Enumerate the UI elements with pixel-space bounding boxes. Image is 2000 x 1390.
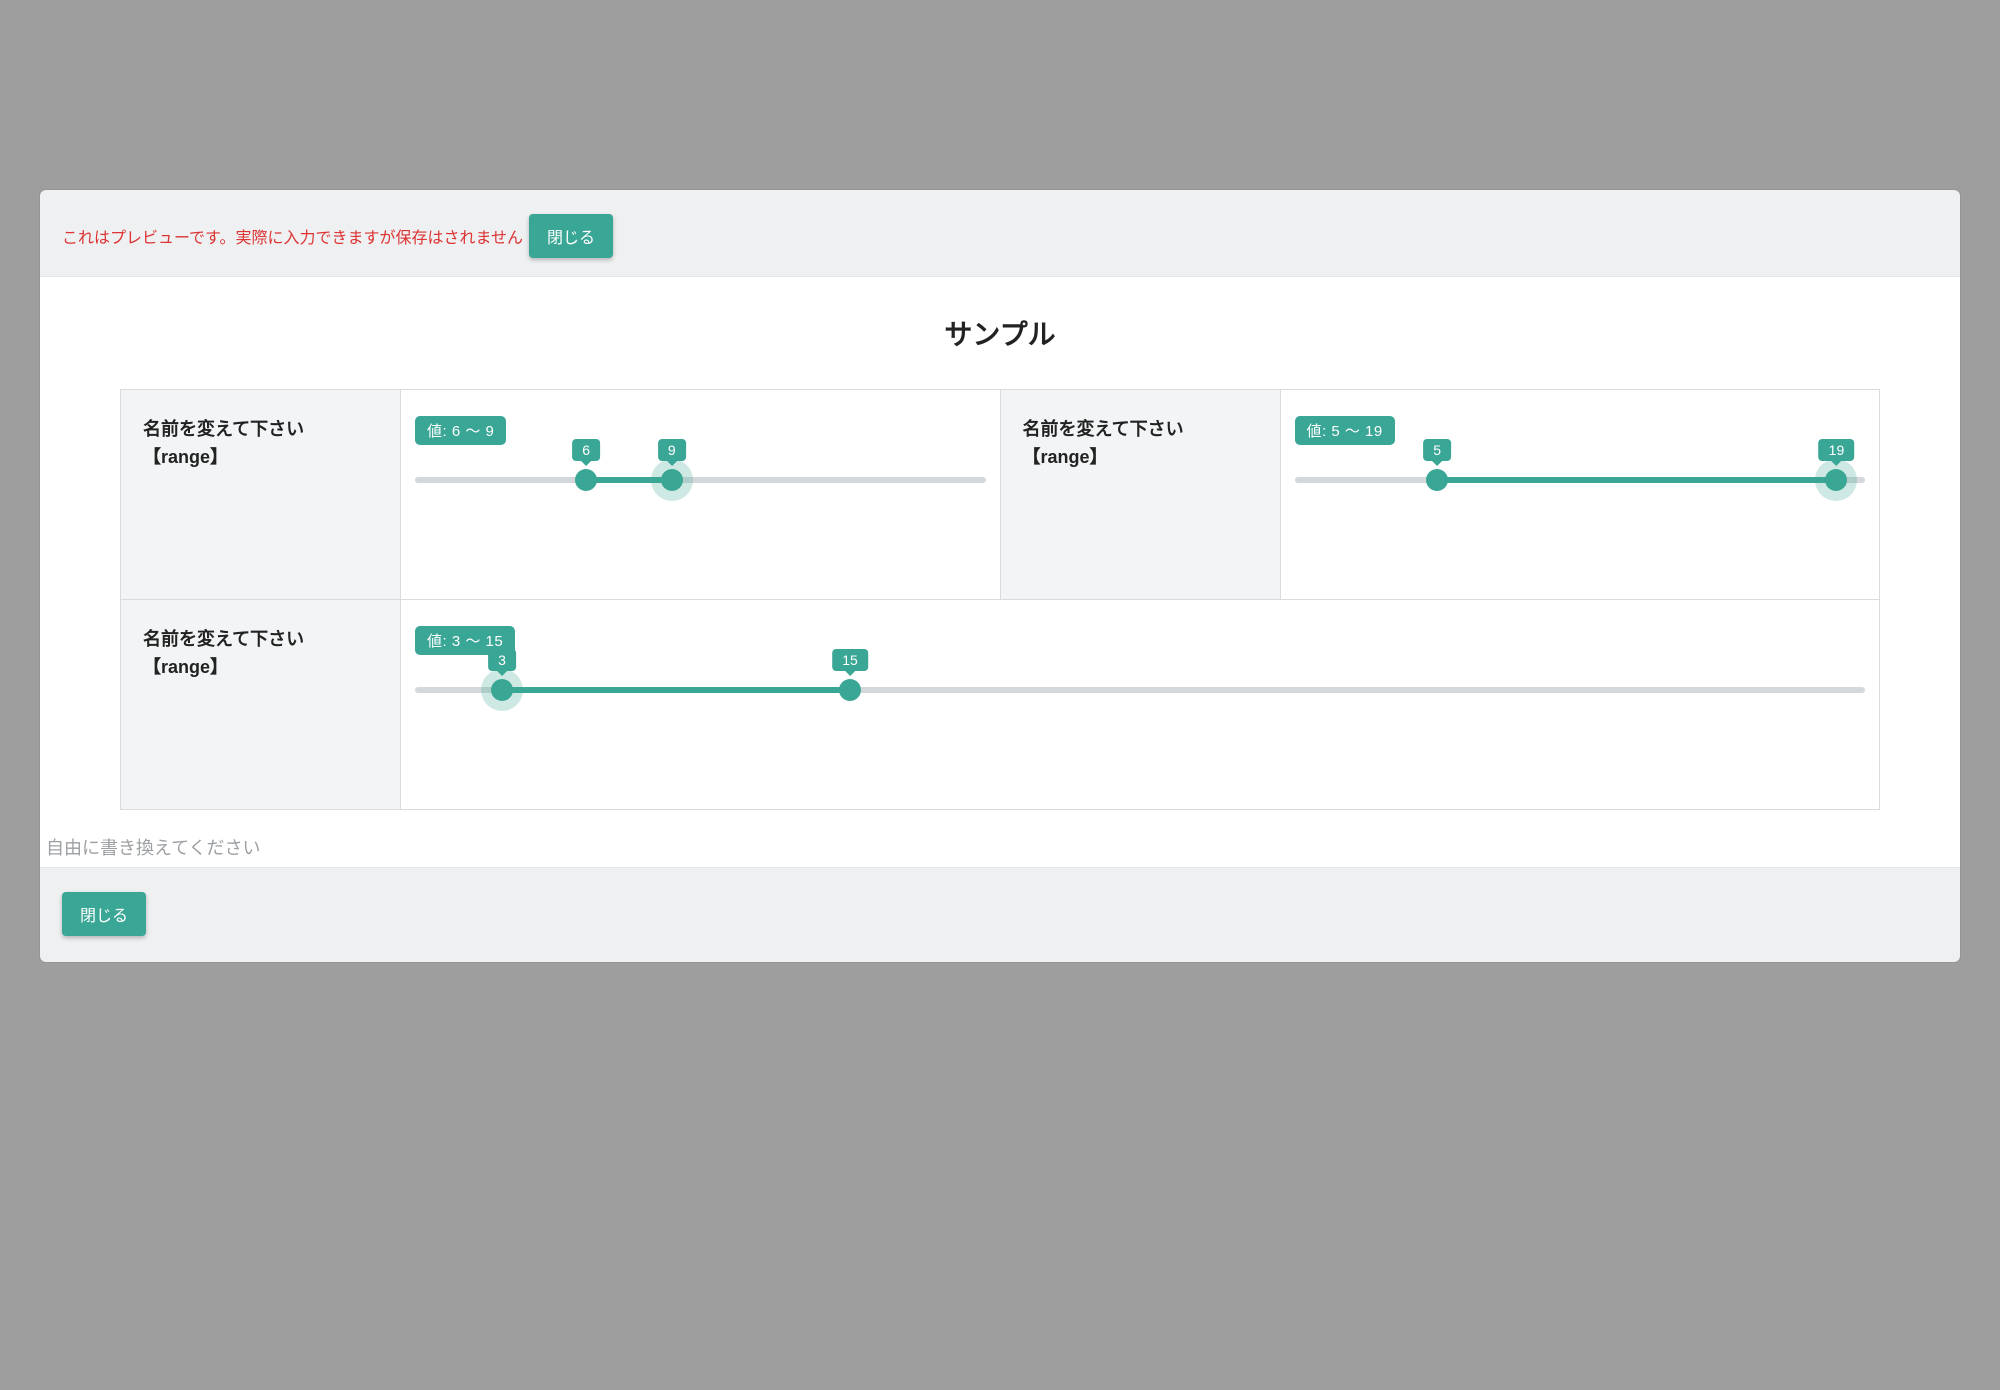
slider-thumb-low[interactable]: [575, 469, 597, 491]
slider-fill: [502, 687, 850, 693]
slider-thumb-high[interactable]: [661, 469, 683, 491]
close-button-top[interactable]: 閉じる: [529, 214, 613, 258]
slider-bubble-high: 19: [1819, 439, 1855, 461]
value-chip: 値: 5 〜 19: [1295, 416, 1395, 445]
field-label: 名前を変えて下さい【range】: [121, 600, 401, 809]
range-slider[interactable]: 69: [415, 469, 986, 491]
preview-bar: これはプレビューです。実際に入力できますが保存はされません 閉じる: [40, 206, 1960, 276]
field-body: 値: 6 〜 969: [401, 390, 1000, 599]
slider-thumb-low[interactable]: [491, 679, 513, 701]
value-chip: 値: 6 〜 9: [415, 416, 506, 445]
slider-thumb-high[interactable]: [839, 679, 861, 701]
range-slider[interactable]: 519: [1295, 469, 1866, 491]
slider-bubble-low: 6: [572, 439, 600, 461]
field-cell: 名前を変えて下さい【range】値: 5 〜 19519: [1001, 390, 1881, 600]
field-body: 値: 5 〜 19519: [1281, 390, 1880, 599]
close-button-bottom[interactable]: 閉じる: [62, 892, 146, 936]
preview-dialog: これはプレビューです。実際に入力できますが保存はされません 閉じる サンプル 名…: [40, 190, 1960, 962]
slider-bubble-low: 5: [1423, 439, 1451, 461]
form-panel: サンプル 名前を変えて下さい【range】値: 6 〜 969名前を変えて下さい…: [40, 276, 1960, 868]
slider-thumb-high[interactable]: [1825, 469, 1847, 491]
slider-thumb-low[interactable]: [1426, 469, 1448, 491]
free-text-input[interactable]: [40, 830, 1960, 867]
slider-bubble-high: 15: [832, 649, 868, 671]
slider-fill: [1437, 477, 1836, 483]
form-title: サンプル: [40, 313, 1960, 353]
field-cell: 名前を変えて下さい【range】値: 6 〜 969: [121, 390, 1001, 600]
slider-rail: [415, 477, 986, 483]
fields-grid: 名前を変えて下さい【range】値: 6 〜 969名前を変えて下さい【rang…: [120, 389, 1880, 810]
slider-bubble-high: 9: [658, 439, 686, 461]
preview-notice: これはプレビューです。実際に入力できますが保存はされません: [62, 224, 523, 248]
range-slider[interactable]: 315: [415, 679, 1865, 701]
field-label: 名前を変えて下さい【range】: [121, 390, 401, 599]
field-label: 名前を変えて下さい【range】: [1001, 390, 1281, 599]
field-cell: 名前を変えて下さい【range】値: 3 〜 15315: [121, 600, 1880, 810]
field-body: 値: 3 〜 15315: [401, 600, 1879, 809]
slider-bubble-low: 3: [488, 649, 516, 671]
